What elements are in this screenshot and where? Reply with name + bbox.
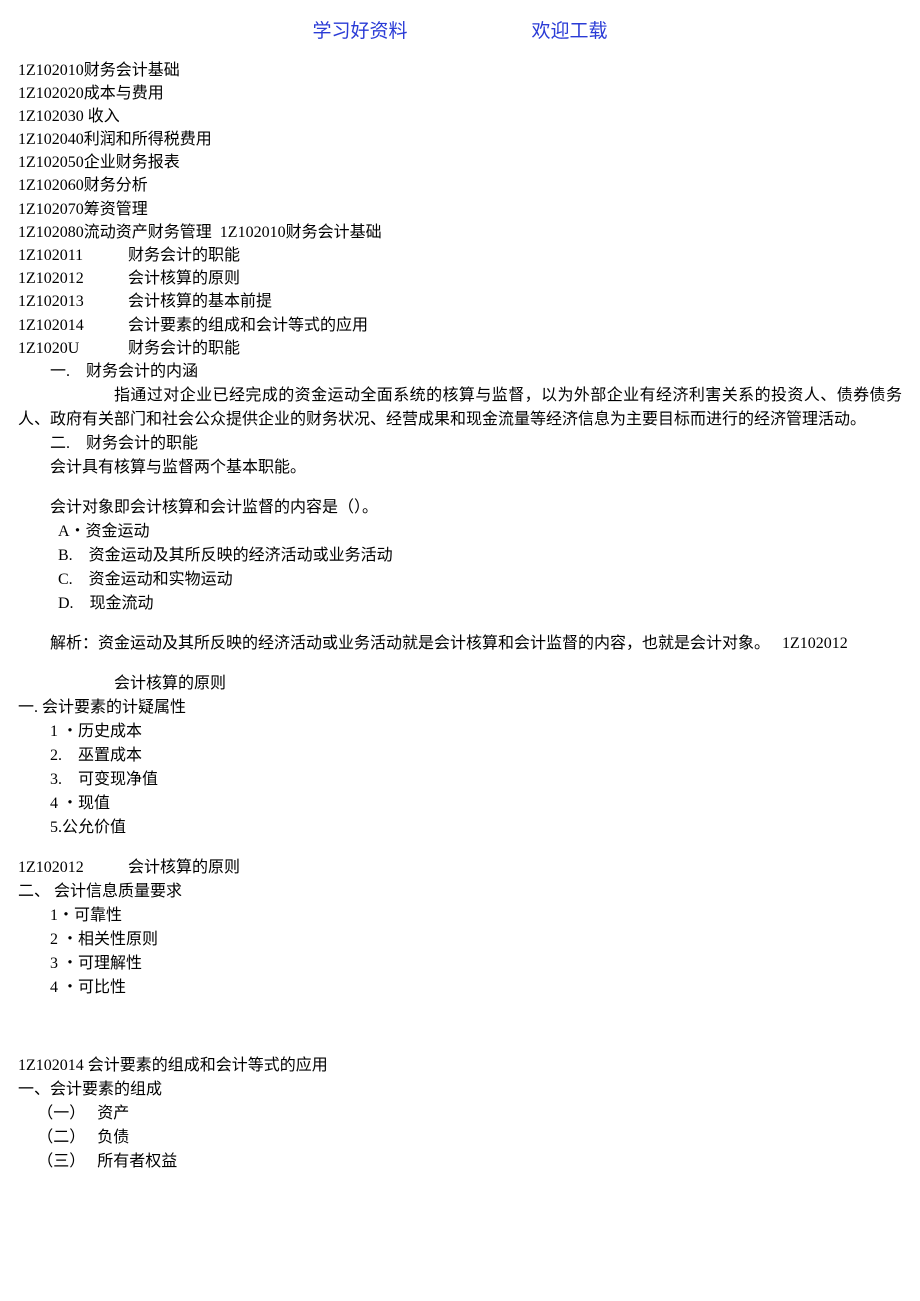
- section14-heading: 一、会计要素的组成: [18, 1078, 902, 1102]
- section-1-para: 指通过对企业已经完成的资金运动全面系统的核算与监督，以为外部企业有经济利害关系的…: [18, 384, 902, 432]
- sub-item: 1Z1020U财务会计的职能: [18, 337, 902, 360]
- section-2-heading: 二. 财务会计的职能: [18, 432, 902, 456]
- list-item: （一） 资产: [18, 1102, 902, 1126]
- principle2-code-line: 1Z102012会计核算的原则: [18, 856, 902, 880]
- section-1-heading: 一. 财务会计的内涵: [18, 360, 902, 384]
- toc-block: 1Z102010财务会计基础 1Z102020成本与费用 1Z102030 收入…: [18, 59, 902, 360]
- section14-head: 1Z102014 会计要素的组成和会计等式的应用: [18, 1054, 902, 1078]
- list-item: 3. 可变现净值: [18, 768, 902, 792]
- page-header: 学习好资料 欢迎工载: [18, 18, 902, 47]
- question-option: D. 现金流动: [18, 592, 902, 616]
- question-option: B. 资金运动及其所反映的经济活动或业务活动: [18, 544, 902, 568]
- sub-item: 1Z102013会计核算的基本前提: [18, 290, 902, 313]
- principle-title: 会计核算的原则: [18, 672, 902, 696]
- section-2-line: 会计具有核算与监督两个基本职能。: [18, 456, 902, 480]
- list-item: 4 ・可比性: [18, 976, 902, 1000]
- list-item: 2. 巫置成本: [18, 744, 902, 768]
- question-analysis: 解析：资金运动及其所反映的经济活动或业务活动就是会计核算和会计监督的内容，也就是…: [18, 632, 902, 656]
- toc-item: 1Z102020成本与费用: [18, 82, 902, 105]
- question-option: C. 资金运动和实物运动: [18, 568, 902, 592]
- list-item: （二） 负债: [18, 1126, 902, 1150]
- list-item: 4 ・现值: [18, 792, 902, 816]
- question-option: A・资金运动: [18, 520, 902, 544]
- principle2-heading: 二、 会计信息质量要求: [18, 880, 902, 904]
- sub-item: 1Z102014会计要素的组成和会计等式的应用: [18, 314, 902, 337]
- header-left: 学习好资料: [312, 18, 407, 47]
- toc-item: 1Z102030 收入: [18, 105, 902, 128]
- list-item: 1 ・历史成本: [18, 720, 902, 744]
- principle-heading: 一. 会计要素的计疑属性: [18, 696, 902, 720]
- list-item: 3 ・可理解性: [18, 952, 902, 976]
- toc-item: 1Z102010财务会计基础: [18, 59, 902, 82]
- list-item: （三） 所有者权益: [18, 1150, 902, 1174]
- toc-item-last: 1Z102080流动资产财务管理 1Z102010财务会计基础: [18, 221, 902, 244]
- question-stem: 会计对象即会计核算和会计监督的内容是（）。: [18, 496, 902, 520]
- sub-item: 1Z102012会计核算的原则: [18, 267, 902, 290]
- list-item: 1・可靠性: [18, 904, 902, 928]
- toc-item: 1Z102060财务分析: [18, 174, 902, 197]
- list-item: 2 ・相关性原则: [18, 928, 902, 952]
- toc-item: 1Z102070筹资管理: [18, 198, 902, 221]
- toc-item: 1Z102040利润和所得税费用: [18, 128, 902, 151]
- toc-item: 1Z102050企业财务报表: [18, 151, 902, 174]
- list-item: 5.公允价值: [18, 816, 902, 840]
- sub-item: 1Z102011财务会计的职能: [18, 244, 902, 267]
- header-right: 欢迎工载: [532, 18, 608, 47]
